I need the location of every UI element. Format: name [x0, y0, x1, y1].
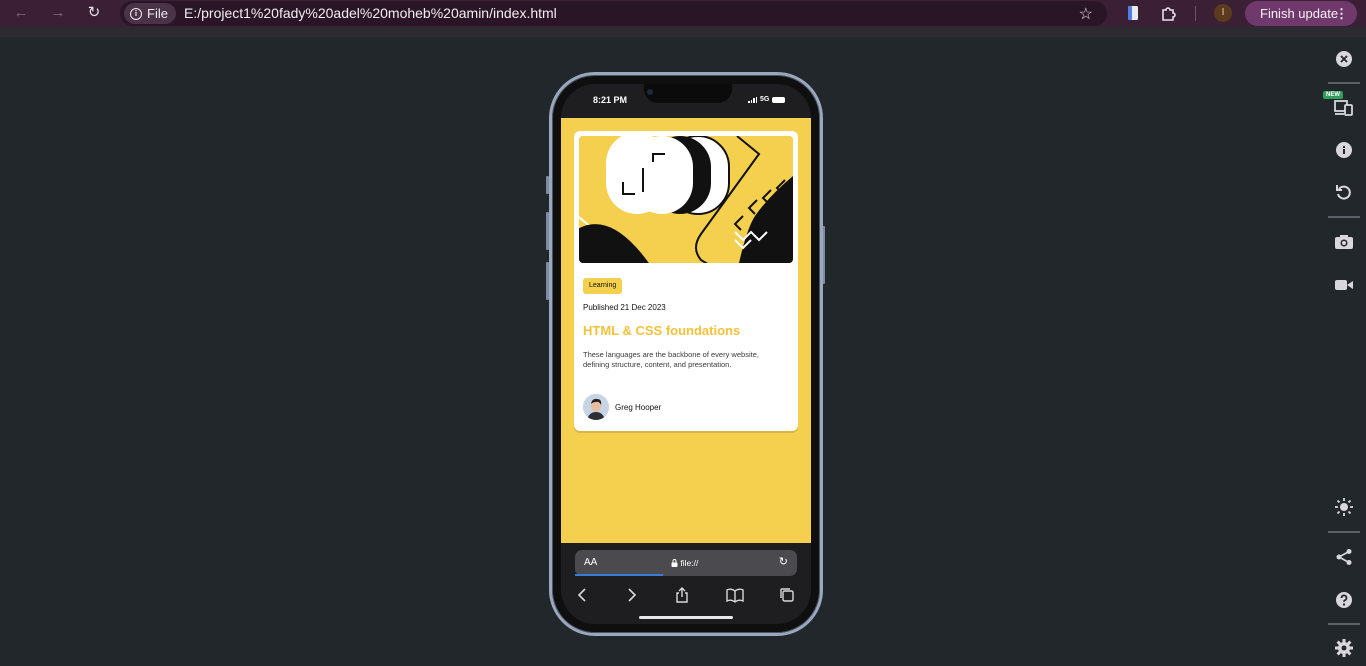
safari-tabs-icon[interactable] — [778, 587, 796, 603]
safari-url[interactable]: file:// — [671, 558, 698, 568]
sidebar-divider — [1328, 82, 1360, 84]
safari-forward-icon[interactable] — [622, 587, 640, 603]
safari-share-icon[interactable] — [673, 587, 691, 603]
sidebar-divider — [1328, 531, 1360, 533]
finish-update-button[interactable]: Finish update ⋮ — [1245, 1, 1357, 26]
safari-back-icon[interactable] — [574, 587, 592, 603]
info-icon[interactable] — [1333, 139, 1355, 161]
profile-avatar[interactable]: I — [1214, 4, 1232, 22]
web-viewport: Learning Published 21 Dec 2023 HTML & CS… — [561, 118, 811, 543]
toolbar-bottom-strip — [0, 27, 1366, 37]
info-icon: i — [130, 7, 142, 20]
home-indicator — [639, 616, 733, 619]
safari-address-bar[interactable]: AA file:// ↻ — [575, 550, 797, 576]
screenshot-icon[interactable] — [1333, 231, 1355, 253]
sidebar-divider — [1328, 216, 1360, 218]
safari-url-text: file:// — [680, 558, 699, 568]
camera-icon — [647, 89, 653, 95]
url-text[interactable]: E:/project1%20fady%20adel%20moheb%20amin… — [184, 5, 557, 21]
card-title[interactable]: HTML & CSS foundations — [583, 323, 740, 338]
file-label: File — [147, 6, 168, 21]
settings-icon[interactable] — [1333, 637, 1355, 659]
bookmark-star-icon[interactable]: ☆ — [1079, 4, 1093, 24]
category-tag: Learning — [583, 278, 623, 294]
blog-preview-card[interactable]: Learning Published 21 Dec 2023 HTML & CS… — [574, 131, 798, 431]
published-date: Published 21 Dec 2023 — [583, 303, 666, 312]
card-description: These languages are the backbone of ever… — [583, 350, 759, 369]
finish-update-label: Finish update — [1260, 6, 1339, 21]
extensions-puzzle-icon[interactable] — [1160, 4, 1178, 22]
author-avatar — [583, 394, 609, 420]
address-bar[interactable]: i File E:/project1%20fady%20adel%20moheb… — [120, 1, 1107, 26]
status-time: 8:21 PM — [593, 95, 628, 105]
reload-button[interactable]: ↻ — [83, 3, 105, 23]
signal-icon — [748, 96, 757, 103]
forward-button[interactable]: → — [47, 3, 69, 23]
safari-bookmarks-icon[interactable] — [726, 587, 744, 603]
phone-screen: 8:21 PM 5G Learning Published 21 Dec 202… — [561, 84, 811, 624]
safari-reload-button[interactable]: ↻ — [779, 555, 788, 568]
help-icon[interactable] — [1333, 589, 1355, 611]
toolbar-divider — [1195, 6, 1196, 21]
sidebar-divider — [1328, 623, 1360, 625]
author-name: Greg Hooper — [615, 403, 662, 412]
browser-toolbar: ← → ↻ i File E:/project1%20fady%20adel%2… — [0, 0, 1366, 27]
lock-icon — [671, 559, 678, 567]
device-toolbar-icon[interactable] — [1333, 96, 1355, 118]
card-illustration — [579, 136, 793, 263]
menu-dots-icon[interactable]: ⋮ — [1335, 1, 1348, 26]
site-info-chip[interactable]: i File — [124, 3, 176, 24]
network-label: 5G — [760, 96, 770, 103]
back-button[interactable]: ← — [10, 3, 32, 23]
close-icon[interactable] — [1333, 48, 1355, 70]
record-icon[interactable] — [1333, 274, 1355, 296]
brightness-icon[interactable] — [1333, 496, 1355, 518]
extension-doc-icon[interactable] — [1124, 4, 1142, 22]
reader-aa-button[interactable]: AA — [584, 557, 597, 568]
rotate-icon[interactable] — [1333, 181, 1355, 203]
load-progress-bar — [575, 574, 663, 576]
notch — [644, 84, 732, 103]
status-indicators: 5G — [748, 96, 786, 103]
battery-icon — [772, 96, 786, 103]
share-icon[interactable] — [1333, 546, 1355, 568]
